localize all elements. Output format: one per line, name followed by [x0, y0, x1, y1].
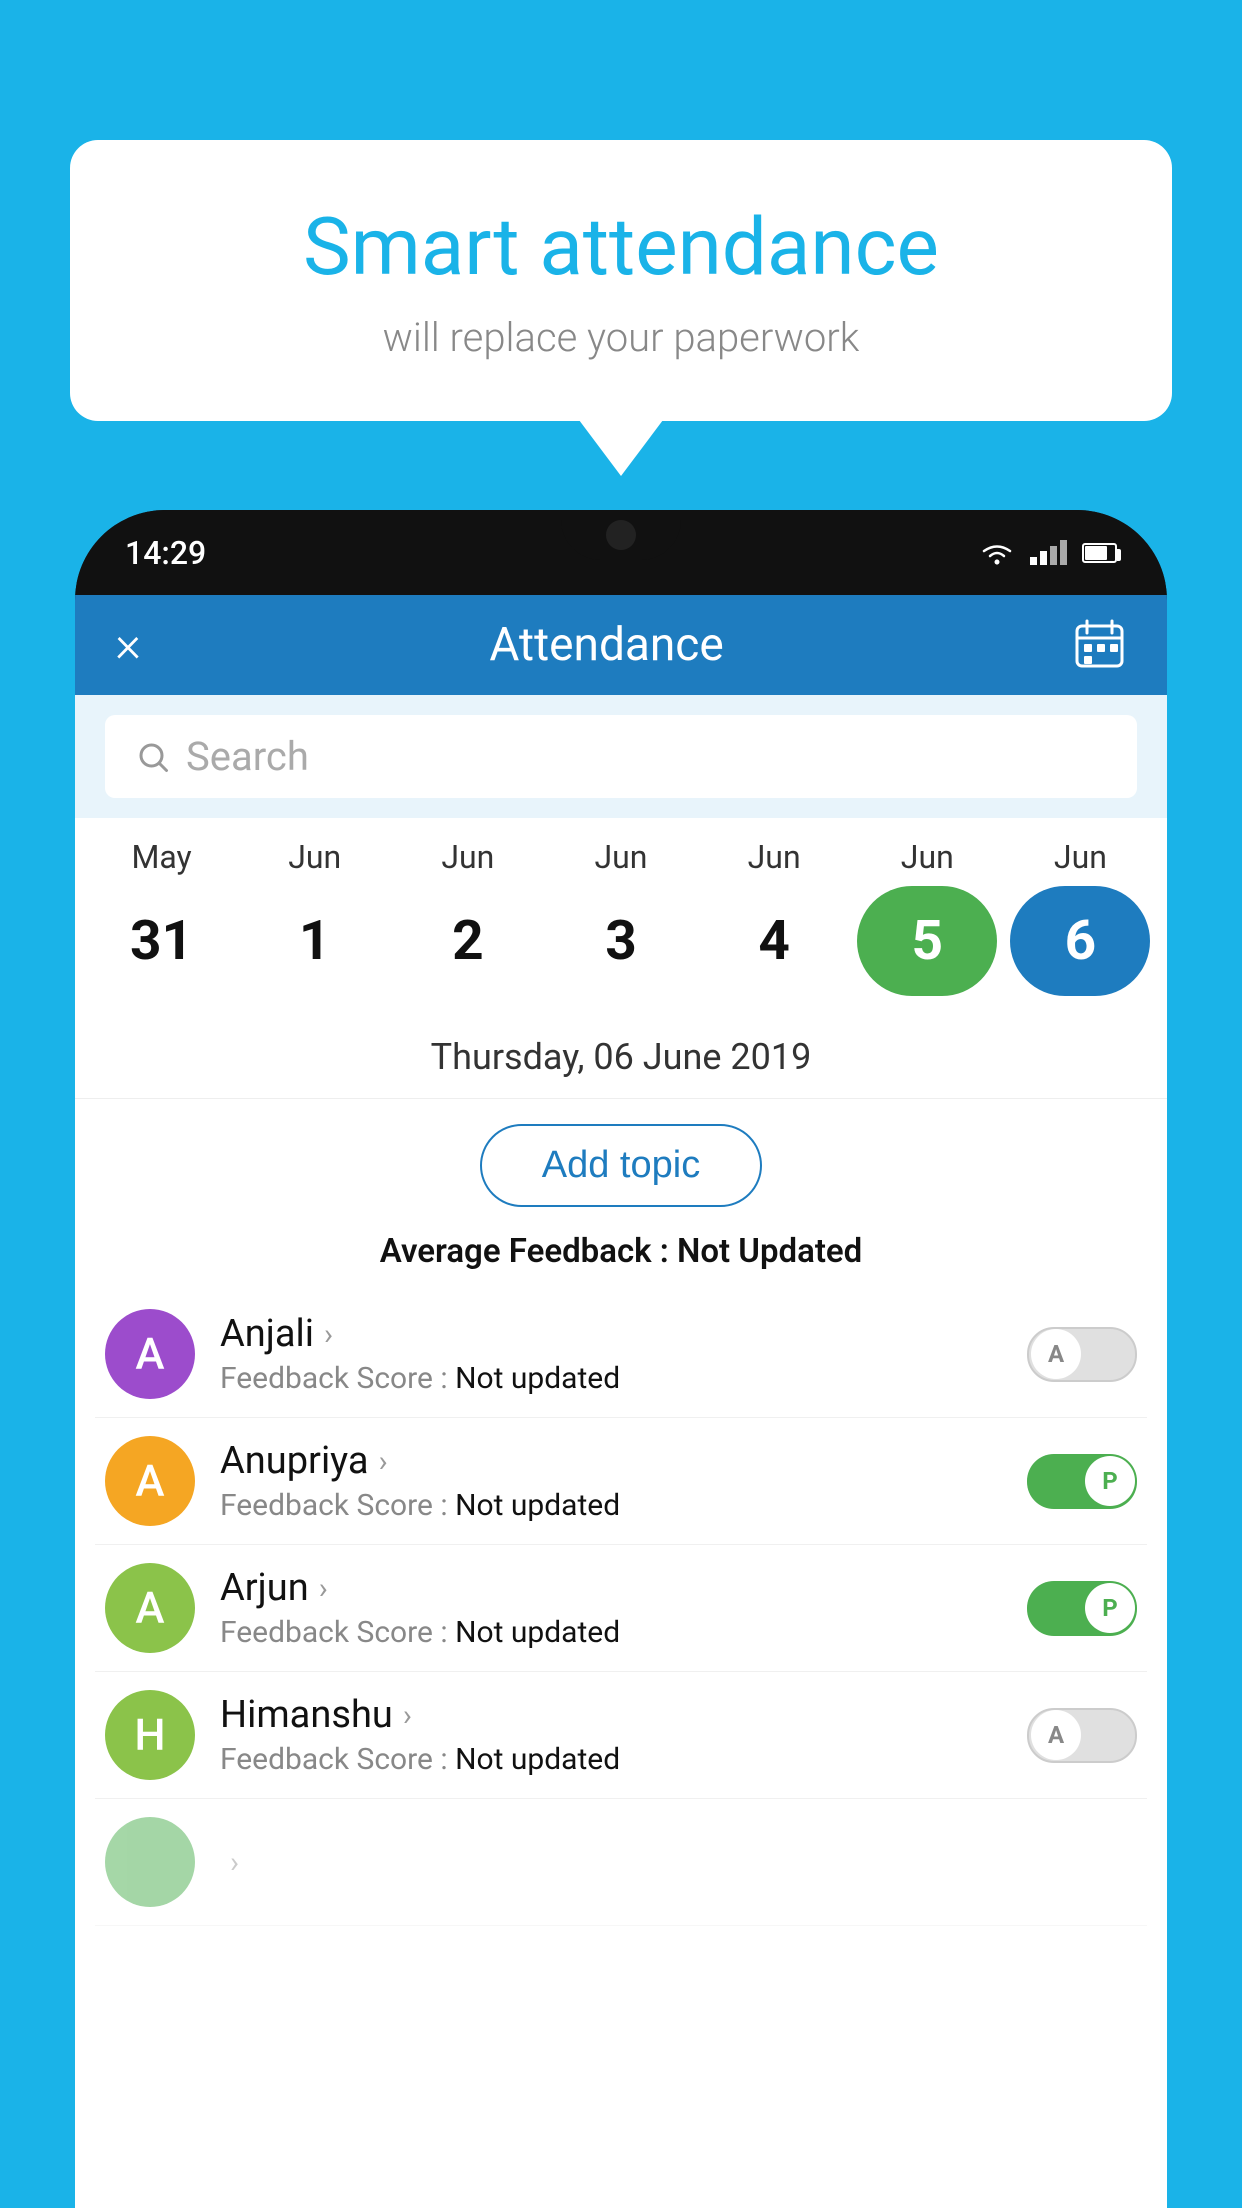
phone-notch	[561, 510, 681, 560]
camera	[606, 520, 636, 550]
bubble-title: Smart attendance	[150, 200, 1092, 294]
calendar-strip: May Jun Jun Jun Jun Jun Jun 31 1 2 3 4 5…	[75, 818, 1167, 1021]
phone-time: 14:29	[125, 534, 206, 572]
avatar-partial	[105, 1817, 195, 1907]
student-info-himanshu[interactable]: Himanshu › Feedback Score : Not updated	[220, 1693, 1002, 1777]
app-header: × Attendance	[75, 595, 1167, 695]
avg-feedback-label: Average Feedback :	[380, 1232, 669, 1271]
student-name-himanshu: Himanshu ›	[220, 1693, 1002, 1737]
chevron-icon-partial: ›	[230, 1845, 239, 1880]
toggle-knob-anupriya: P	[1085, 1456, 1135, 1506]
toggle-arjun[interactable]: P	[1027, 1581, 1137, 1636]
student-list: A Anjali › Feedback Score : Not updated …	[75, 1291, 1167, 1926]
student-item-anupriya: A Anupriya › Feedback Score : Not update…	[95, 1418, 1147, 1545]
signal-icon	[1030, 540, 1067, 565]
search-icon	[135, 739, 171, 775]
student-name-arjun: Arjun ›	[220, 1566, 1002, 1610]
speech-bubble-container: Smart attendance will replace your paper…	[70, 140, 1172, 421]
student-item-arjun: A Arjun › Feedback Score : Not updated P	[95, 1545, 1147, 1672]
bubble-subtitle: will replace your paperwork	[150, 314, 1092, 361]
toggle-knob-arjun: P	[1085, 1583, 1135, 1633]
month-label-6: Jun	[1010, 838, 1150, 876]
student-info-anupriya[interactable]: Anupriya › Feedback Score : Not updated	[220, 1439, 1002, 1523]
date-4[interactable]: 4	[704, 886, 844, 996]
month-row: May Jun Jun Jun Jun Jun Jun	[75, 838, 1167, 876]
student-name-anjali: Anjali ›	[220, 1312, 1002, 1356]
avatar-anjali: A	[105, 1309, 195, 1399]
month-label-5: Jun	[857, 838, 997, 876]
search-input-wrapper[interactable]: Search	[105, 715, 1137, 798]
toggle-anjali[interactable]: A	[1027, 1327, 1137, 1382]
student-item-anjali: A Anjali › Feedback Score : Not updated …	[95, 1291, 1147, 1418]
feedback-anupriya: Feedback Score : Not updated	[220, 1488, 1002, 1523]
month-label-3: Jun	[551, 838, 691, 876]
student-info-partial: ›	[220, 1845, 1137, 1880]
avatar-arjun: A	[105, 1563, 195, 1653]
chevron-icon-himanshu: ›	[403, 1698, 412, 1733]
toggle-knob-anjali: A	[1031, 1329, 1081, 1379]
selected-date-display: Thursday, 06 June 2019	[75, 1021, 1167, 1099]
date-2[interactable]: 2	[398, 886, 538, 996]
calendar-icon[interactable]	[1072, 618, 1127, 673]
add-topic-button[interactable]: Add topic	[480, 1124, 762, 1207]
avg-feedback-value: Not Updated	[677, 1232, 862, 1271]
student-info-arjun[interactable]: Arjun › Feedback Score : Not updated	[220, 1566, 1002, 1650]
avatar-anupriya: A	[105, 1436, 195, 1526]
month-label-4: Jun	[704, 838, 844, 876]
app-content: Search May Jun Jun Jun Jun Jun Jun 31 1 …	[75, 695, 1167, 2208]
avatar-himanshu: H	[105, 1690, 195, 1780]
feedback-himanshu: Feedback Score : Not updated	[220, 1742, 1002, 1777]
month-label-0: May	[92, 838, 232, 876]
chevron-icon-arjun: ›	[319, 1571, 328, 1606]
status-icons	[979, 539, 1117, 567]
toggle-anupriya[interactable]: P	[1027, 1454, 1137, 1509]
feedback-anjali: Feedback Score : Not updated	[220, 1361, 1002, 1396]
feedback-arjun: Feedback Score : Not updated	[220, 1615, 1002, 1650]
app-title: Attendance	[489, 618, 723, 672]
chevron-icon-anjali: ›	[324, 1317, 333, 1352]
close-button[interactable]: ×	[115, 616, 141, 674]
student-item-partial: ›	[95, 1799, 1147, 1926]
search-bar: Search	[75, 695, 1167, 818]
student-item-himanshu: H Himanshu › Feedback Score : Not update…	[95, 1672, 1147, 1799]
month-label-1: Jun	[245, 838, 385, 876]
phone-frame: 14:29 × Att	[75, 510, 1167, 2208]
battery-icon	[1082, 543, 1117, 563]
chevron-icon-anupriya: ›	[379, 1444, 388, 1479]
date-1[interactable]: 1	[245, 886, 385, 996]
date-3[interactable]: 3	[551, 886, 691, 996]
avg-feedback: Average Feedback : Not Updated	[75, 1232, 1167, 1271]
toggle-himanshu[interactable]: A	[1027, 1708, 1137, 1763]
date-31[interactable]: 31	[92, 886, 232, 996]
status-bar: 14:29	[75, 510, 1167, 595]
search-input[interactable]: Search	[186, 733, 309, 780]
date-5[interactable]: 5	[857, 886, 997, 996]
wifi-icon	[979, 539, 1015, 567]
toggle-knob-himanshu: A	[1031, 1710, 1081, 1760]
date-6[interactable]: 6	[1010, 886, 1150, 996]
month-label-2: Jun	[398, 838, 538, 876]
student-name-anupriya: Anupriya ›	[220, 1439, 1002, 1483]
speech-bubble: Smart attendance will replace your paper…	[70, 140, 1172, 421]
date-row: 31 1 2 3 4 5 6	[75, 876, 1167, 1011]
student-info-anjali[interactable]: Anjali › Feedback Score : Not updated	[220, 1312, 1002, 1396]
student-name-partial: ›	[220, 1845, 1137, 1880]
